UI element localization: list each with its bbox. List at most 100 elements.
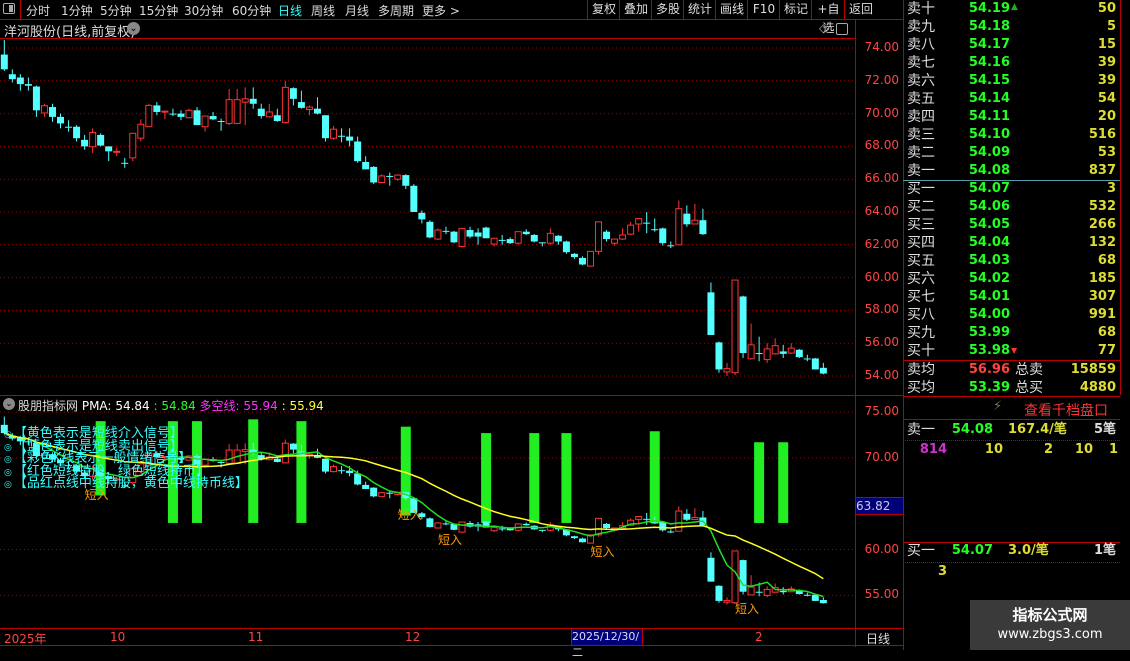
ask-level[interactable]: 卖九 54.18 5	[903, 18, 1118, 36]
level-label: 卖一	[907, 163, 935, 179]
indicator-candle	[739, 560, 747, 592]
indicator-candle	[281, 442, 289, 464]
order-count: 1笔	[1093, 543, 1116, 558]
level-volume: 532	[1088, 199, 1116, 214]
ask-level[interactable]: 卖七 54.16 39	[903, 54, 1118, 72]
indicator-candle	[498, 528, 506, 530]
legend-line: ◎ 【品红点线中线持股，黄色中线持币线】	[4, 477, 248, 492]
cursor-price-badge: 63.82	[856, 497, 903, 515]
total-label: 总卖	[1015, 362, 1043, 378]
indicator-candle	[338, 470, 346, 472]
candle	[595, 221, 603, 252]
indicator-candle	[426, 518, 434, 528]
bid-level[interactable]: 买五 54.03 68	[903, 252, 1118, 270]
indicator-candle	[803, 594, 811, 596]
sell1-queue: 814 10 2 10 1	[903, 441, 1118, 459]
ask-level[interactable]: 卖五 54.14 54	[903, 90, 1118, 108]
candle	[265, 111, 273, 118]
level-price: 54.06	[968, 199, 1010, 214]
time-axis-bottom	[0, 645, 903, 646]
watermark: 指标公式网 www.zbgs3.com	[970, 600, 1130, 650]
candle	[193, 110, 201, 126]
queue-order: 3	[937, 564, 947, 579]
candle	[755, 353, 763, 355]
candle	[177, 113, 185, 117]
signal-bar	[248, 419, 259, 523]
level-label: 买六	[907, 271, 935, 287]
candle	[0, 54, 8, 70]
signal-bar	[529, 433, 540, 523]
candle	[434, 229, 442, 240]
ask-level[interactable]: 卖三 54.10 516	[903, 126, 1118, 144]
signal-bar	[649, 431, 660, 523]
candle	[322, 115, 329, 139]
indicator-candle	[289, 443, 297, 450]
indicator-candle	[346, 470, 354, 473]
date-label-feb: 2	[755, 630, 763, 644]
queue-order: 1	[1108, 442, 1118, 457]
candle	[819, 367, 827, 374]
date-label-year: 2025年	[4, 632, 47, 646]
ask-level[interactable]: 卖四 54.11 20	[903, 108, 1118, 126]
level-volume: 516	[1088, 127, 1116, 142]
ask-level[interactable]: 卖二 54.09 53	[903, 144, 1118, 162]
indicator-candle	[707, 557, 715, 582]
indicator-menu-icon[interactable]: ⌄	[3, 398, 15, 410]
period-indicator[interactable]: 日线	[866, 630, 890, 647]
candle	[225, 99, 233, 124]
level-volume: 39	[1097, 55, 1116, 70]
ask-level[interactable]: 卖八 54.17 15	[903, 36, 1118, 54]
avg-price: 56.96	[968, 362, 1010, 377]
bid-level[interactable]: 买二 54.06 532	[903, 198, 1118, 216]
indicator-candle	[723, 599, 731, 603]
bid-level[interactable]: 买六 54.02 185	[903, 270, 1118, 288]
candle	[289, 88, 297, 99]
candle	[675, 208, 683, 246]
bid-level[interactable]: 买七 54.01 307	[903, 288, 1118, 306]
level-volume: 132	[1088, 235, 1116, 250]
candle	[257, 108, 265, 117]
bid-level[interactable]: 买十 53.98 77 ▼	[903, 342, 1118, 360]
level-volume: 68	[1097, 325, 1116, 340]
level-price: 54.03	[968, 253, 1010, 268]
queue-order: 2	[1043, 442, 1053, 457]
bid-level[interactable]: 买三 54.05 266	[903, 216, 1118, 234]
indicator-candle	[763, 588, 771, 596]
indicator-candle	[731, 550, 739, 604]
short-entry-label: 短入	[84, 487, 109, 502]
indicator-candle	[683, 513, 691, 520]
kline-chart[interactable]	[0, 0, 855, 650]
level-label: 买五	[907, 253, 935, 269]
indicator-candle	[675, 510, 683, 532]
ask-level[interactable]: 卖六 54.15 39	[903, 72, 1118, 90]
legend-bullet-icon: ◎	[4, 455, 12, 465]
price-tick: 56.00	[864, 335, 899, 350]
thousand-levels-button[interactable]: ⚡ 查看千档盘口	[903, 399, 1120, 419]
detail-price: 54.08	[951, 422, 993, 437]
bid-level[interactable]: 买八 54.00 991	[903, 306, 1118, 324]
price-tick: 54.00	[864, 368, 899, 382]
level-price: 54.07	[968, 181, 1010, 196]
candle	[715, 342, 723, 370]
bid-level[interactable]: 买九 53.99 68	[903, 324, 1118, 342]
level-volume: 68	[1097, 253, 1116, 268]
short-entry-label: 短入	[590, 544, 615, 559]
candle	[249, 98, 257, 104]
candle	[129, 132, 137, 159]
ask-level[interactable]: 卖一 54.08 837	[903, 162, 1118, 180]
level-price: 53.99	[968, 325, 1010, 340]
candle	[113, 150, 121, 153]
candle	[458, 227, 466, 247]
per-order: 3.0/笔	[1008, 543, 1049, 558]
bid-level[interactable]: 买一 54.07 3	[903, 180, 1118, 198]
bid-level[interactable]: 买四 54.04 132	[903, 234, 1118, 252]
candle	[313, 108, 321, 114]
level-price: 54.00	[968, 307, 1010, 322]
indicator-candle	[370, 487, 378, 497]
indicator-candle	[442, 523, 450, 525]
side-divider	[1120, 0, 1121, 395]
candle	[362, 161, 370, 170]
pane-divider	[0, 395, 903, 396]
ask-level[interactable]: 卖十 54.19 50 ▲	[903, 0, 1118, 18]
dk-value-2: : 55.94	[281, 399, 324, 413]
